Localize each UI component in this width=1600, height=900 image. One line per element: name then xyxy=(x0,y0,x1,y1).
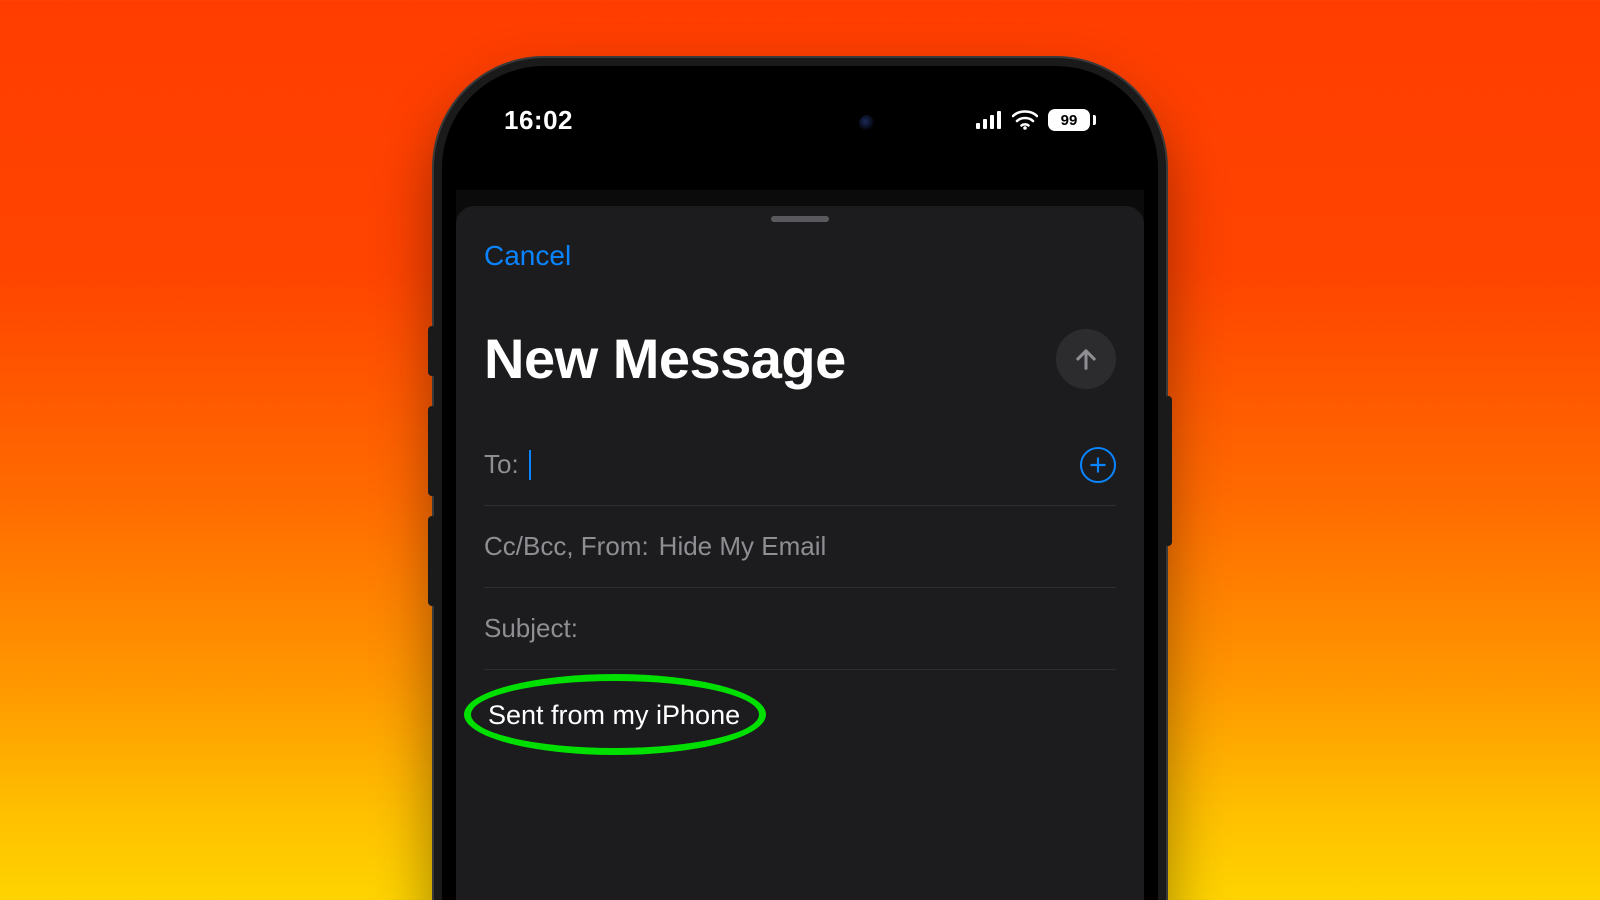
add-contact-button[interactable] xyxy=(1080,447,1116,483)
cancel-button[interactable]: Cancel xyxy=(484,240,571,272)
phone-frame: 16:02 xyxy=(434,58,1166,900)
cellular-icon xyxy=(976,111,1002,129)
to-label: To: xyxy=(484,449,519,480)
volume-down-button[interactable] xyxy=(428,516,436,606)
from-value: Hide My Email xyxy=(659,531,827,562)
cc-bcc-from-label: Cc/Bcc, From: xyxy=(484,531,649,562)
send-button[interactable] xyxy=(1056,329,1116,389)
arrow-up-icon xyxy=(1072,345,1100,373)
mute-switch[interactable] xyxy=(428,326,436,376)
text-cursor xyxy=(529,450,531,480)
volume-up-button[interactable] xyxy=(428,406,436,496)
subject-field[interactable]: Subject: xyxy=(484,588,1116,670)
compose-title: New Message xyxy=(484,326,846,391)
plus-icon xyxy=(1088,455,1108,475)
screen: 16:02 xyxy=(456,80,1144,900)
to-field[interactable]: To: xyxy=(484,424,1116,506)
message-body[interactable]: Sent from my iPhone xyxy=(484,670,1116,733)
sheet-grabber[interactable] xyxy=(771,216,829,222)
signature-text[interactable]: Sent from my iPhone xyxy=(488,700,740,730)
status-time: 16:02 xyxy=(504,105,573,136)
front-camera-icon xyxy=(859,115,875,131)
subject-label: Subject: xyxy=(484,613,578,644)
cc-bcc-from-field[interactable]: Cc/Bcc, From: Hide My Email xyxy=(484,506,1116,588)
power-button[interactable] xyxy=(1164,396,1172,546)
status-icons: 99 xyxy=(976,109,1096,131)
dynamic-island xyxy=(705,98,895,148)
compose-sheet: Cancel New Message To: xyxy=(456,206,1144,900)
wifi-icon xyxy=(1012,110,1038,130)
battery-level: 99 xyxy=(1048,109,1090,131)
battery-icon: 99 xyxy=(1048,109,1096,131)
